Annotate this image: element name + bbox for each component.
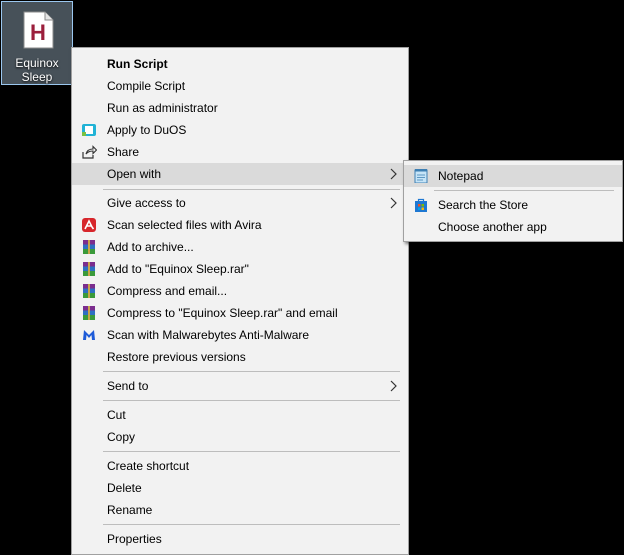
- menu-item-label: Add to "Equinox Sleep.rar": [107, 262, 249, 276]
- submenu-item-label: Choose another app: [438, 220, 547, 234]
- menu-item-cut[interactable]: Cut: [72, 404, 408, 426]
- submenu-item-search-the-store[interactable]: Search the Store: [404, 194, 622, 216]
- menu-item-label: Scan with Malwarebytes Anti-Malware: [107, 328, 310, 342]
- menu-item-create-shortcut[interactable]: Create shortcut: [72, 455, 408, 477]
- menu-item-copy[interactable]: Copy: [72, 426, 408, 448]
- store-icon: [415, 198, 427, 212]
- menu-item-give-access-to[interactable]: Give access to: [72, 192, 408, 214]
- share-icon: [82, 145, 97, 159]
- autohotkey-script-file-icon: H: [23, 11, 54, 49]
- menu-item-label: Restore previous versions: [107, 350, 246, 364]
- menu-item-label: Open with: [107, 167, 162, 181]
- menu-separator: [103, 189, 400, 190]
- submenu-item-label: Notepad: [438, 169, 484, 183]
- menu-item-label: Send to: [107, 379, 149, 393]
- desktop-file-label: Equinox Sleep: [15, 56, 59, 84]
- menu-item-scan-with-avira[interactable]: Scan selected files with Avira: [72, 214, 408, 236]
- menu-item-label: Cut: [107, 408, 126, 422]
- menu-item-label: Compile Script: [107, 79, 186, 93]
- menu-item-compress-and-email[interactable]: Compress and email...: [72, 280, 408, 302]
- menu-item-share[interactable]: Share: [72, 141, 408, 163]
- menu-item-label: Compress and email...: [107, 284, 228, 298]
- menu-item-label: Give access to: [107, 196, 186, 210]
- chevron-right-icon: [390, 168, 397, 180]
- menu-item-label: Create shortcut: [107, 459, 190, 473]
- notepad-icon: [414, 169, 428, 183]
- menu-item-label: Compress to "Equinox Sleep.rar" and emai…: [107, 306, 338, 320]
- menu-item-compress-to-rar-and-email[interactable]: Compress to "Equinox Sleep.rar" and emai…: [72, 302, 408, 324]
- menu-item-run-as-administrator[interactable]: Run as administrator: [72, 97, 408, 119]
- menu-item-compile-script[interactable]: Compile Script: [72, 75, 408, 97]
- menu-item-delete[interactable]: Delete: [72, 477, 408, 499]
- menu-item-properties[interactable]: Properties: [72, 528, 408, 550]
- menu-item-label: Properties: [107, 532, 162, 546]
- submenu-item-label: Search the Store: [438, 198, 529, 212]
- winrar-icon: [83, 306, 95, 320]
- malwarebytes-icon: [83, 330, 95, 340]
- menu-item-label: Add to archive...: [107, 240, 194, 254]
- menu-item-rename[interactable]: Rename: [72, 499, 408, 521]
- open-with-submenu: Notepad Search the Store Choose another …: [403, 160, 623, 242]
- file-icon-letter: H: [30, 20, 46, 45]
- menu-item-label: Run as administrator: [107, 101, 218, 115]
- menu-item-run-script[interactable]: Run Script: [72, 53, 408, 75]
- context-menu: Run Script Compile Script Run as adminis…: [71, 47, 409, 555]
- menu-item-apply-to-duos[interactable]: Apply to DuOS: [72, 119, 408, 141]
- duos-icon: [82, 124, 96, 136]
- winrar-icon: [83, 262, 95, 276]
- menu-item-add-to-archive[interactable]: Add to archive...: [72, 236, 408, 258]
- menu-item-label: Rename: [107, 503, 153, 517]
- avira-icon: [82, 218, 96, 232]
- menu-item-label: Apply to DuOS: [107, 123, 187, 137]
- menu-item-send-to[interactable]: Send to: [72, 375, 408, 397]
- desktop-file-equinox-sleep[interactable]: H Equinox Sleep: [1, 1, 73, 85]
- menu-separator: [103, 451, 400, 452]
- menu-item-restore-previous-versions[interactable]: Restore previous versions: [72, 346, 408, 368]
- menu-separator: [103, 371, 400, 372]
- chevron-right-icon: [390, 380, 397, 392]
- menu-item-label: Delete: [107, 481, 142, 495]
- menu-separator: [103, 400, 400, 401]
- submenu-item-notepad[interactable]: Notepad: [404, 165, 622, 187]
- menu-item-label: Share: [107, 145, 140, 159]
- menu-separator: [103, 524, 400, 525]
- submenu-item-choose-another-app[interactable]: Choose another app: [404, 216, 622, 238]
- winrar-icon: [83, 284, 95, 298]
- menu-item-label: Copy: [107, 430, 136, 444]
- menu-separator: [434, 190, 614, 191]
- menu-item-add-to-rar[interactable]: Add to "Equinox Sleep.rar": [72, 258, 408, 280]
- chevron-right-icon: [390, 197, 397, 209]
- menu-item-open-with[interactable]: Open with: [72, 163, 408, 185]
- menu-item-label: Scan selected files with Avira: [107, 218, 262, 232]
- winrar-icon: [83, 240, 95, 254]
- menu-item-label: Run Script: [107, 57, 168, 71]
- menu-item-scan-with-malwarebytes[interactable]: Scan with Malwarebytes Anti-Malware: [72, 324, 408, 346]
